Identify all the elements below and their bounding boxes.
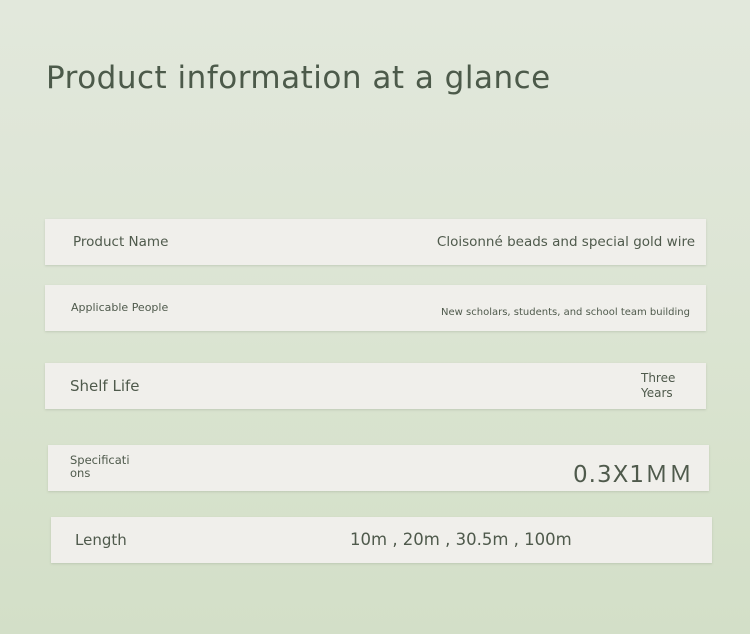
row-label: Length [75,531,127,549]
row-value: 0.3X1ＭＭ [573,462,693,488]
info-row-length: Length 10m , 20m , 30.5m , 100m [51,517,712,563]
info-row-specifications: Specifications 0.3X1ＭＭ [48,445,709,491]
row-label: Applicable People [71,301,169,314]
row-value: Cloisonné beads and special gold wire [436,234,695,250]
row-value: New scholars, students, and school team … [441,307,690,318]
row-label: Specifications [70,453,130,480]
row-value: Three Years [641,371,676,400]
row-label: Shelf Life [70,377,140,395]
row-label: Product Name [73,234,169,250]
page-title: Product information at a glance [46,60,551,96]
info-row-applicable-people: Applicable People New scholars, students… [45,285,706,331]
info-row-product-name: Product Name Cloisonné beads and special… [45,219,706,265]
row-value: 10m , 20m , 30.5m , 100m [350,530,572,549]
info-row-shelf-life: Shelf Life Three Years [45,363,706,409]
